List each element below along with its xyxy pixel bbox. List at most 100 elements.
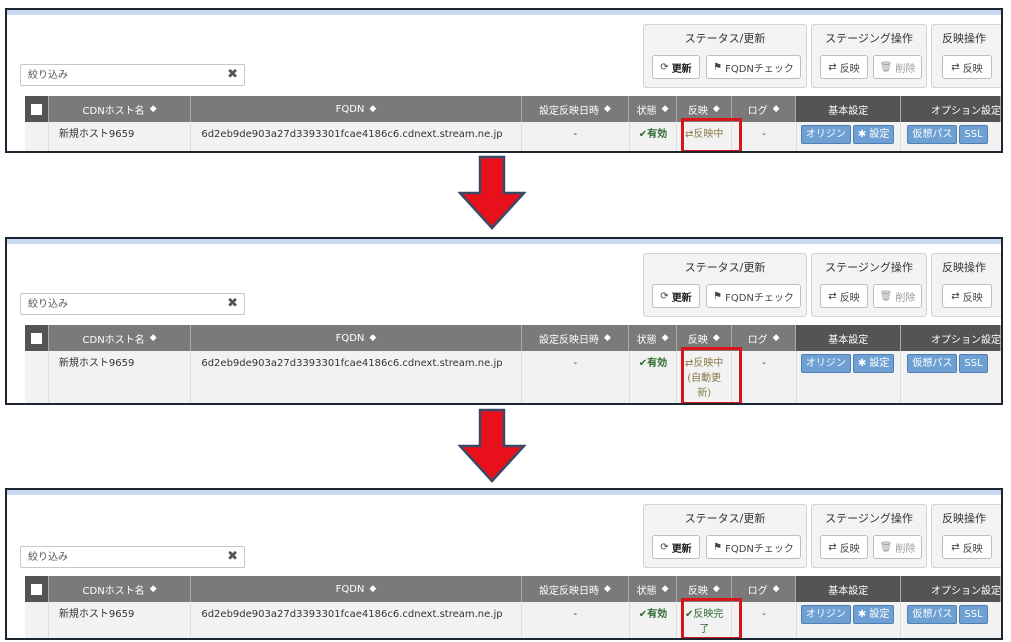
exchange-icon: ⇄ xyxy=(951,541,960,553)
col-basic: 基本設定 xyxy=(796,576,901,602)
panel-top-border xyxy=(7,10,1001,15)
ssl-button[interactable]: SSL xyxy=(959,354,988,373)
settings-button[interactable]: ✱ 設定 xyxy=(852,354,895,373)
state-cell: ✔有効 xyxy=(630,122,678,151)
staging-reflect-button[interactable]: ⇄ 反映 xyxy=(820,55,868,79)
col-log[interactable]: ログ ◆ xyxy=(731,576,797,602)
settings-button[interactable]: ✱ 設定 xyxy=(852,125,895,144)
col-reflected-at[interactable]: 設定反映日時 ◆ xyxy=(521,325,630,351)
col-host[interactable]: CDNホスト名 ◆ xyxy=(48,576,192,602)
col-fqdn[interactable]: FQDN ◆ xyxy=(191,325,522,351)
filter-input-box[interactable]: ✖ xyxy=(20,546,245,568)
refresh-button[interactable]: ⟳ 更新 xyxy=(652,55,700,79)
staging-reflect-button[interactable]: ⇄ 反映 xyxy=(820,284,868,308)
col-reflect[interactable]: 反映 ◆ xyxy=(677,96,732,122)
row-checkbox-cell[interactable] xyxy=(25,351,49,403)
filter-input-box[interactable]: ✖ xyxy=(20,293,245,315)
select-all-checkbox[interactable] xyxy=(25,96,49,122)
staging-group-title: ステージング操作 xyxy=(825,261,913,274)
sort-icon: ◆ xyxy=(772,333,780,343)
clear-icon[interactable]: ✖ xyxy=(227,297,238,311)
virtual-path-button[interactable]: 仮想パス xyxy=(907,354,958,373)
col-reflected-at[interactable]: 設定反映日時 ◆ xyxy=(521,96,630,122)
staging-delete-button[interactable]: 🗑 削除 xyxy=(873,284,922,308)
staging-group: ステージング操作 ⇄ 反映 🗑 削除 xyxy=(811,253,927,317)
col-options: オプション設定 xyxy=(900,576,1001,602)
exchange-icon: ⇄ xyxy=(828,290,837,302)
basic-cell: オリジン ✱ 設定 xyxy=(797,122,902,151)
host-cell[interactable]: 新規ホスト9659 xyxy=(49,602,192,638)
staging-group: ステージング操作 ⇄ 反映 🗑 削除 xyxy=(811,504,927,568)
production-reflect-button[interactable]: ⇄ 反映 xyxy=(942,284,992,308)
refresh-button[interactable]: ⟳ 更新 xyxy=(652,284,700,308)
select-all-checkbox[interactable] xyxy=(25,325,49,351)
settings-button[interactable]: ✱ 設定 xyxy=(852,605,895,624)
panel-top-border xyxy=(7,490,1001,495)
gear-icon: ✱ xyxy=(857,609,867,620)
row-checkbox-cell[interactable] xyxy=(25,122,49,151)
filter-input[interactable] xyxy=(21,294,218,314)
col-reflected-at[interactable]: 設定反映日時 ◆ xyxy=(521,576,630,602)
clear-icon[interactable]: ✖ xyxy=(227,550,238,564)
filter-input-box[interactable]: ✖ xyxy=(20,64,245,86)
col-log[interactable]: ログ ◆ xyxy=(731,96,797,122)
flag-icon: ⚑ xyxy=(713,61,723,73)
production-reflect-button[interactable]: ⇄ 反映 xyxy=(942,535,992,559)
staging-group-title: ステージング操作 xyxy=(825,32,913,45)
gear-icon: ✱ xyxy=(857,129,867,140)
filter-input[interactable] xyxy=(21,547,218,567)
col-fqdn[interactable]: FQDN ◆ xyxy=(191,96,522,122)
staging-delete-button[interactable]: 🗑 削除 xyxy=(873,535,922,559)
fqdn-check-button[interactable]: ⚑ FQDNチェック xyxy=(706,535,801,559)
sort-icon: ◆ xyxy=(661,584,669,594)
production-group-title: 反映操作 xyxy=(942,261,986,274)
col-fqdn[interactable]: FQDN ◆ xyxy=(191,576,522,602)
ssl-button[interactable]: SSL xyxy=(959,125,988,144)
table-header: CDNホスト名 ◆ FQDN ◆ 設定反映日時 ◆ 状態 ◆ 反映 ◆ ログ ◆ 基本設定 … xyxy=(25,96,1001,122)
col-state[interactable]: 状態 ◆ xyxy=(629,325,678,351)
staging-reflect-button[interactable]: ⇄ 反映 xyxy=(820,535,868,559)
col-reflect[interactable]: 反映 ◆ xyxy=(677,325,732,351)
col-reflect[interactable]: 反映 ◆ xyxy=(677,576,732,602)
fqdn-check-button[interactable]: ⚑ FQDNチェック xyxy=(706,284,801,308)
sort-icon: ◆ xyxy=(369,104,377,114)
select-all-checkbox[interactable] xyxy=(25,576,49,602)
sort-icon: ◆ xyxy=(712,104,720,114)
options-cell: 仮想パス SSL xyxy=(901,122,1001,151)
filter-input[interactable] xyxy=(21,65,218,85)
col-state[interactable]: 状態 ◆ xyxy=(629,96,678,122)
basic-cell: オリジン ✱ 設定 xyxy=(797,602,902,638)
log-cell: - xyxy=(732,602,797,638)
origin-button[interactable]: オリジン xyxy=(800,605,851,624)
col-host[interactable]: CDNホスト名 ◆ xyxy=(48,96,192,122)
reflected-at-cell: - xyxy=(522,122,630,151)
step-2-panel: ✖ ステータス/更新 ⟳更新 ⚑FQDNチェック ステージング操作 ⇄反映 🗑削… xyxy=(5,237,1003,405)
production-group: 反映操作 ⇄ 反映 xyxy=(931,24,1001,88)
refresh-button[interactable]: ⟳ 更新 xyxy=(652,535,700,559)
step-3-panel: ✖ ステータス/更新 ⟳更新 ⚑FQDNチェック ステージング操作 ⇄反映 🗑削… xyxy=(5,488,1003,640)
flag-icon: ⚑ xyxy=(713,541,723,553)
clear-icon[interactable]: ✖ xyxy=(227,68,238,82)
row-checkbox-cell[interactable] xyxy=(25,602,49,638)
ssl-button[interactable]: SSL xyxy=(959,605,988,624)
production-group: 反映操作 ⇄ 反映 xyxy=(931,253,1001,317)
table-header: CDNホスト名 ◆ FQDN ◆ 設定反映日時 ◆ 状態 ◆ 反映 ◆ ログ ◆ 基本設定 … xyxy=(25,576,1001,602)
col-host[interactable]: CDNホスト名 ◆ xyxy=(48,325,192,351)
production-reflect-button[interactable]: ⇄ 反映 xyxy=(942,55,992,79)
check-circle-icon: ✔ xyxy=(638,609,648,620)
log-cell: - xyxy=(732,351,797,403)
col-state[interactable]: 状態 ◆ xyxy=(629,576,678,602)
host-cell[interactable]: 新規ホスト9659 xyxy=(49,122,192,151)
exchange-icon: ⇄ xyxy=(828,61,837,73)
fqdn-check-button[interactable]: ⚑ FQDNチェック xyxy=(706,55,801,79)
sort-icon: ◆ xyxy=(604,584,611,594)
origin-button[interactable]: オリジン xyxy=(800,354,851,373)
staging-delete-button[interactable]: 🗑 削除 xyxy=(873,55,922,79)
origin-button[interactable]: オリジン xyxy=(800,125,851,144)
reflect-cell: ⇄反映中 (自動更 新) xyxy=(677,351,733,403)
virtual-path-button[interactable]: 仮想パス xyxy=(907,605,958,624)
host-cell[interactable]: 新規ホスト9659 xyxy=(49,351,192,403)
col-log[interactable]: ログ ◆ xyxy=(731,325,797,351)
check-circle-icon: ✔ xyxy=(638,358,648,369)
virtual-path-button[interactable]: 仮想パス xyxy=(907,125,958,144)
